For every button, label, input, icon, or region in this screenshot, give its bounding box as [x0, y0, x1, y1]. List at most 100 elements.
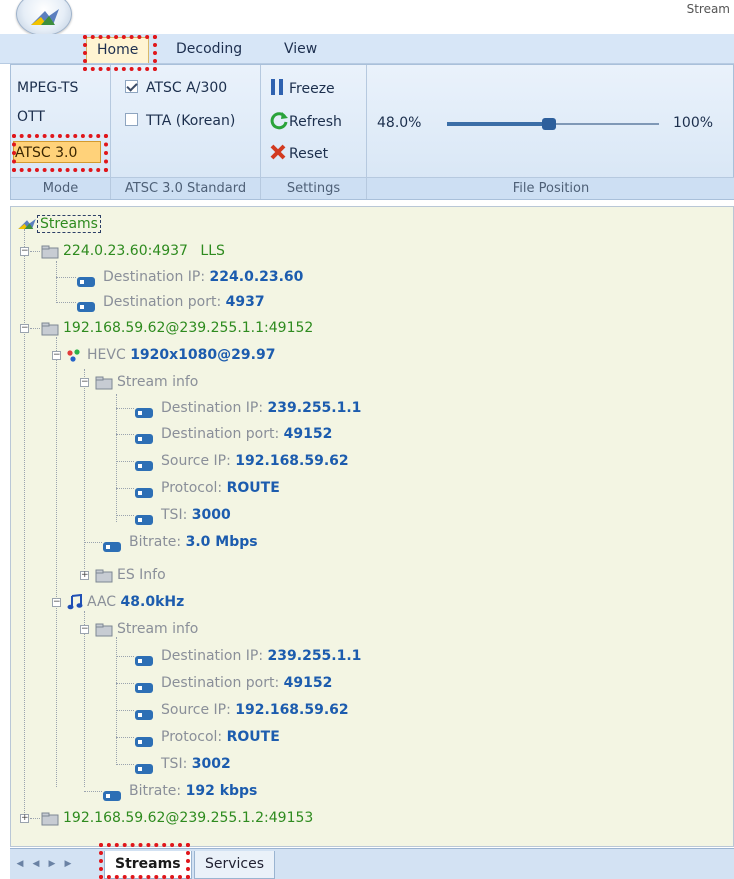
tree-guide [56, 337, 57, 787]
tree-item[interactable]: TSI: 3002 [135, 753, 231, 775]
collapse-icon[interactable]: − [80, 378, 89, 387]
item-label: Protocol: [161, 480, 223, 496]
tree-stream-3[interactable]: 192.168.59.62@239.255.1.2:49153 [41, 807, 313, 829]
atsc-a300-label: ATSC A/300 [146, 80, 228, 96]
mode-mpeg-ts-button[interactable]: MPEG-TS [17, 77, 101, 99]
tree-guide [116, 488, 134, 489]
last-tab-icon[interactable]: ▶ [62, 857, 74, 871]
tree-root-streams[interactable]: Streams [17, 213, 101, 235]
item-value: 224.0.23.60 [209, 269, 304, 285]
stream-1-tag: LLS [200, 243, 225, 259]
tree-item[interactable]: Destination port: 4937 [77, 291, 265, 313]
item-label: Source IP: [161, 453, 231, 469]
atsc-standard-group-label: ATSC 3.0 Standard [111, 177, 260, 199]
settings-group: Freeze Refresh Reset Settings [261, 65, 367, 199]
ribbon-panel: MPEG-TS OTT ATSC 3.0 Mode ATSC A/300 TTA… [10, 64, 734, 200]
tree-guide [24, 229, 25, 817]
settings-group-label: Settings [261, 177, 366, 199]
reset-x-icon [269, 143, 289, 165]
bottom-tab-bar: ◀ ◀ ▶ ▶ Streams Services [10, 848, 734, 879]
tree-item[interactable]: Destination port: 49152 [135, 423, 332, 445]
tta-korean-checkbox[interactable] [125, 113, 138, 126]
tree-item[interactable]: Source IP: 192.168.59.62 [135, 699, 349, 721]
tree-guide [56, 261, 57, 301]
atsc-a300-checkbox[interactable] [125, 80, 138, 93]
atsc-standard-group: ATSC A/300 TTA (Korean) ATSC 3.0 Standar… [111, 65, 261, 199]
app-menu-button[interactable] [16, 0, 72, 36]
tab-streams[interactable]: Streams [104, 851, 192, 879]
tree-item[interactable]: Protocol: ROUTE [135, 477, 280, 499]
streams-tree[interactable]: Streams − 224.0.23.60:4937 LLS Destinati… [10, 206, 734, 847]
item-value: ROUTE [226, 480, 280, 496]
first-tab-icon[interactable]: ◀ [14, 857, 26, 871]
mode-ott-button[interactable]: OTT [17, 106, 101, 128]
property-icon [135, 732, 153, 754]
freeze-label: Freeze [289, 81, 335, 97]
tab-home[interactable]: Home [86, 37, 150, 63]
reset-label: Reset [289, 146, 329, 162]
item-label: Destination port: [103, 294, 222, 310]
tree-guide [116, 394, 117, 522]
tree-item[interactable]: Destination IP: 239.255.1.1 [135, 397, 361, 419]
atsc-a300-option[interactable]: ATSC A/300 [125, 80, 227, 96]
hevc-label: HEVC [87, 347, 126, 363]
file-position-max: 100% [673, 115, 714, 131]
folder-icon [95, 375, 113, 397]
property-icon [135, 510, 153, 532]
collapse-icon[interactable]: − [52, 351, 61, 360]
tree-item[interactable]: Destination IP: 239.255.1.1 [135, 645, 361, 667]
tab-decoding[interactable]: Decoding [166, 37, 252, 63]
tree-guide [84, 611, 85, 787]
freeze-button[interactable]: Freeze [269, 78, 335, 100]
tree-guide [116, 656, 134, 657]
tree-item[interactable]: Bitrate: 3.0 Mbps [103, 531, 258, 553]
collapse-icon[interactable]: − [80, 625, 89, 634]
mode-atsc3-button[interactable]: ATSC 3.0 [13, 141, 101, 163]
file-position-thumb[interactable] [542, 118, 556, 130]
video-icon [67, 348, 81, 370]
tree-item[interactable]: Protocol: ROUTE [135, 726, 280, 748]
tree-aac-streaminfo[interactable]: Stream info [95, 618, 198, 640]
refresh-button[interactable]: Refresh [269, 110, 342, 134]
tree-item[interactable]: Source IP: 192.168.59.62 [135, 450, 349, 472]
item-value: 239.255.1.1 [267, 400, 362, 416]
tree-item[interactable]: TSI: 3000 [135, 504, 231, 526]
tree-stream-1[interactable]: 224.0.23.60:4937 LLS [41, 240, 225, 262]
tree-hevc[interactable]: HEVC 1920x1080@29.97 [67, 344, 275, 366]
tree-hevc-streaminfo[interactable]: Stream info [95, 371, 198, 393]
expand-icon[interactable]: + [80, 571, 89, 580]
reset-button[interactable]: Reset [269, 143, 328, 165]
tree-item[interactable]: Destination IP: 224.0.23.60 [77, 266, 303, 288]
streaminfo-label: Stream info [117, 621, 199, 637]
tree-stream-2[interactable]: 192.168.59.62@239.255.1.1:49152 [41, 317, 313, 339]
file-position-group-label: File Position [367, 177, 734, 199]
item-value: 3000 [191, 507, 231, 523]
tab-services[interactable]: Services [194, 851, 276, 879]
expand-icon[interactable]: + [20, 814, 29, 823]
file-position-slider[interactable] [447, 118, 659, 130]
item-value: 49152 [283, 675, 333, 691]
tta-korean-option[interactable]: TTA (Korean) [125, 113, 235, 129]
item-label: Source IP: [161, 702, 231, 718]
window-title: Stream [686, 2, 730, 16]
tree-guide [116, 408, 134, 409]
file-position-group: 48.0% 100% File Position [367, 65, 734, 199]
collapse-icon[interactable]: − [52, 598, 61, 607]
tree-item[interactable]: Destination port: 49152 [135, 672, 332, 694]
tree-item[interactable]: Bitrate: 192 kbps [103, 780, 257, 802]
next-tab-icon[interactable]: ▶ [46, 857, 58, 871]
tree-guide [84, 791, 102, 792]
tree-guide [116, 710, 134, 711]
prev-tab-icon[interactable]: ◀ [30, 857, 42, 871]
tree-guide [56, 302, 76, 303]
collapse-icon[interactable]: − [20, 324, 29, 333]
tab-view[interactable]: View [274, 37, 327, 63]
property-icon [135, 483, 153, 505]
tree-guide [116, 737, 134, 738]
collapse-icon[interactable]: − [20, 247, 29, 256]
folder-icon [41, 321, 59, 343]
stream-2-address: 192.168.59.62@239.255.1.1:49152 [63, 320, 314, 336]
tree-aac[interactable]: AAC 48.0kHz [67, 591, 184, 613]
tree-hevc-esinfo[interactable]: ES Info [95, 564, 166, 586]
item-value: 192.168.59.62 [235, 702, 349, 718]
